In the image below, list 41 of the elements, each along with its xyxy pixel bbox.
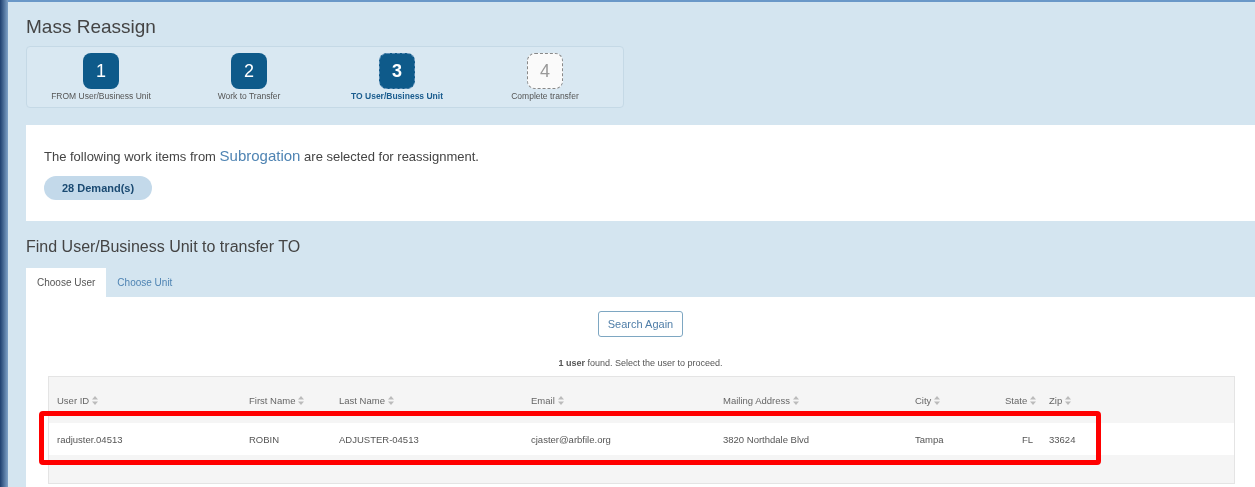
table-cell-text: cjaster@arbfile.org <box>531 433 612 445</box>
table-cell-text: Tampa <box>915 433 945 445</box>
column-header[interactable]: Mailing Address <box>723 394 791 406</box>
step-number[interactable]: 1 <box>83 53 119 89</box>
table-cell-text: ADJUSTER-04513 <box>339 433 420 445</box>
column-header[interactable]: State <box>1005 394 1028 406</box>
section-title: Find User/Business Unit to transfer TO <box>26 238 302 256</box>
sort-icon[interactable] <box>1030 395 1037 405</box>
tab[interactable]: Choose User <box>26 268 107 297</box>
sort-icon[interactable] <box>92 395 99 405</box>
column-header[interactable]: City <box>915 394 932 406</box>
column-header[interactable]: First Name <box>249 394 296 406</box>
table-row[interactable]: radjuster.04513 ROBIN ADJUSTER-04513 cjaster@arbfile.org 3820 Northdale Blvd Tampa FL 33624 <box>49 423 1234 455</box>
tab[interactable]: Choose Unit <box>106 268 184 297</box>
summary-text: The following work items from Subrogation are selected for reassignment. <box>44 147 480 164</box>
demand-count-badge: 28 Demand(s) <box>44 176 153 200</box>
subrogation-link[interactable]: Subrogation <box>219 147 301 164</box>
step-label: FROM User/Business Unit <box>51 91 151 101</box>
sort-icon[interactable] <box>387 395 394 405</box>
column-header[interactable]: User ID <box>57 394 90 406</box>
table-cell-text: radjuster.04513 <box>57 433 124 445</box>
column-header[interactable]: Zip <box>1049 394 1063 406</box>
search-again-button[interactable]: Search Again <box>597 311 684 337</box>
table-cell-text: 33624 <box>1049 433 1077 445</box>
sort-icon[interactable] <box>1065 395 1072 405</box>
step-label: TO User/Business Unit <box>351 91 443 101</box>
column-header[interactable]: Last Name <box>339 394 385 406</box>
step-label: Work to Transfer <box>217 91 281 101</box>
step-label: Complete transfer <box>511 91 579 101</box>
table-cell-text: FL <box>1020 433 1034 445</box>
sort-icon[interactable] <box>298 395 305 405</box>
step-number[interactable]: 3 <box>379 53 415 89</box>
sort-icon[interactable] <box>934 395 941 405</box>
step-number[interactable]: 2 <box>231 53 267 89</box>
result-count-text: 1 user found. Select the user to proceed. <box>558 358 723 368</box>
table-cell-text: ROBIN <box>249 433 281 445</box>
sort-icon[interactable] <box>793 395 800 405</box>
table-cell-text: 3820 Northdale Blvd <box>723 433 811 445</box>
column-header[interactable]: Email <box>531 394 555 406</box>
sort-icon[interactable] <box>557 395 564 405</box>
page-title: Mass Reassign <box>26 16 157 38</box>
